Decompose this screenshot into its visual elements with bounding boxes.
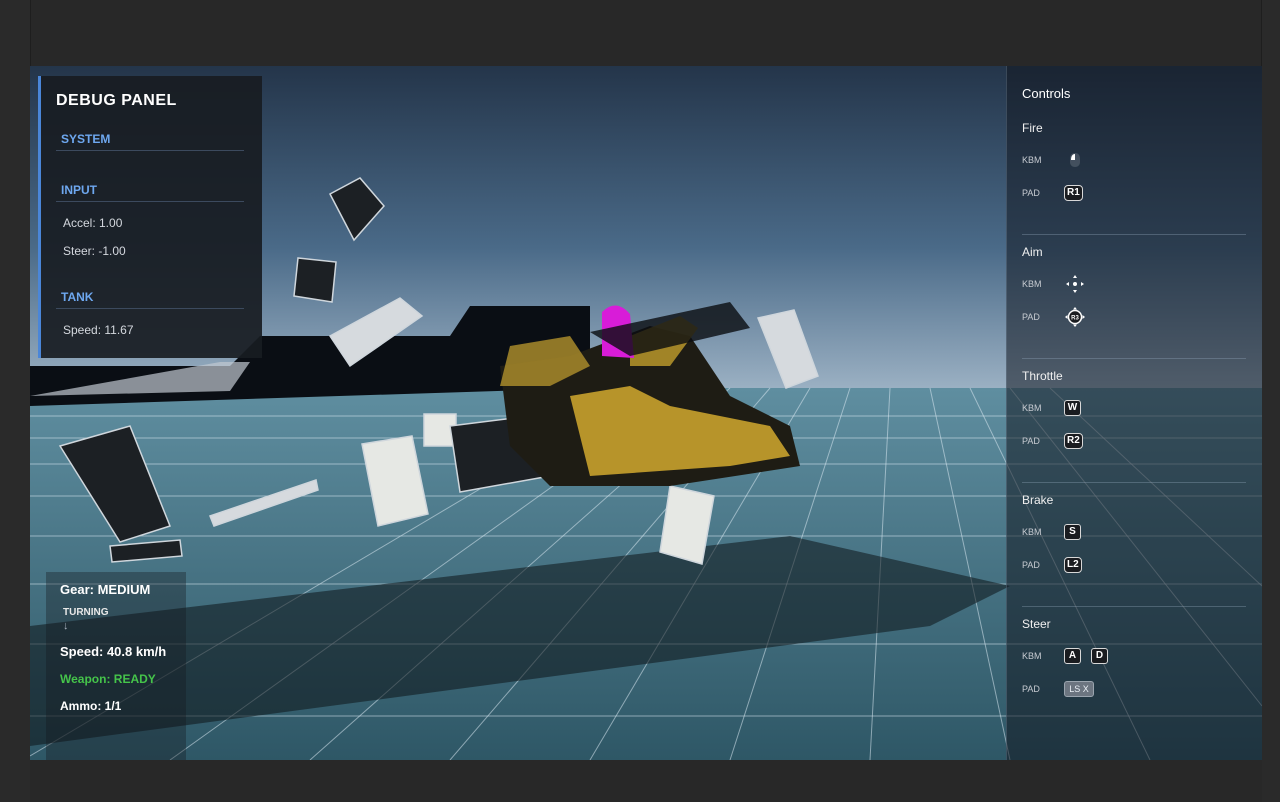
hud-weapon-status: Weapon: READY [60,672,156,686]
svg-text:R3: R3 [1071,315,1079,321]
controls-title: Controls [1022,86,1071,101]
hud-gear: Gear: MEDIUM [60,582,151,597]
kbm-tag: KBM [1022,402,1042,413]
debug-section-system: SYSTEM [56,132,244,151]
control-group-aim: Aim KBM PAD R3 [1022,245,1246,359]
control-label-steer: Steer [1022,617,1051,631]
binding-row-kbm: KBM A D [1022,639,1246,672]
binding-row-pad: PAD R3 [1022,300,1246,333]
right-stick-press-icon: R3 [1064,306,1086,328]
binding-row-pad: PAD LS X [1022,672,1246,705]
debug-section-input: INPUT Accel: 1.00 Steer: -1.00 [56,183,244,258]
control-label-aim: Aim [1022,245,1043,259]
control-group-fire: Fire KBM PAD R1 [1022,121,1246,235]
binding-row-pad: PAD L2 [1022,548,1246,581]
kbm-tag: KBM [1022,278,1042,289]
binding-row-kbm: KBM [1022,267,1246,300]
game-viewport[interactable]: DEBUG PANEL SYSTEM INPUT Accel: 1.00 Ste… [30,66,1262,760]
hud-turning-label: TURNING [63,607,109,618]
hud-ammo: Ammo: 1/1 [60,699,122,713]
control-group-throttle: Throttle KBM W PAD R2 [1022,369,1246,483]
hud-speed: Speed: 40.8 km/h [60,644,167,659]
pad-key-r1: R1 [1064,184,1083,201]
section-header-system: SYSTEM [56,132,244,151]
section-header-tank: TANK [56,290,244,309]
control-label-throttle: Throttle [1022,369,1063,383]
window-bottom-bar [30,760,1262,802]
binding-row-kbm: KBM W [1022,391,1246,424]
key-a: A [1064,647,1081,664]
control-label-brake: Brake [1022,493,1054,507]
pad-tag: PAD [1022,187,1040,198]
section-header-input: INPUT [56,183,244,202]
control-group-steer: Steer KBM A D PAD LS X [1022,617,1246,731]
debug-panel: DEBUG PANEL SYSTEM INPUT Accel: 1.00 Ste… [38,76,262,358]
pad-tag: PAD [1022,311,1040,322]
binding-row-kbm: KBM [1022,143,1246,176]
kbm-tag: KBM [1022,154,1042,165]
pad-key-r2: R2 [1064,432,1083,449]
debug-section-tank: TANK Speed: 11.67 [56,290,244,337]
kbm-tag: KBM [1022,526,1042,537]
binding-row-pad: PAD R1 [1022,176,1246,209]
pad-tag: PAD [1022,683,1040,694]
key-w: W [1064,399,1081,416]
control-group-brake: Brake KBM S PAD L2 [1022,493,1246,607]
turn-arrow-icon: ↓ [63,620,69,632]
controls-panel: Controls Fire KBM PAD R1 Aim KBM PAD R3 … [1006,66,1262,760]
control-label-fire: Fire [1022,121,1043,135]
window-right-border [1261,0,1280,802]
debug-speed-value: Speed: 11.67 [63,323,134,337]
mouse-move-icon [1064,273,1086,295]
debug-steer-value: Steer: -1.00 [63,244,126,258]
debug-accel-value: Accel: 1.00 [63,216,123,230]
debug-panel-title: DEBUG PANEL [56,92,177,109]
key-s: S [1064,523,1081,540]
pad-key-ls-x: LS X [1064,680,1094,697]
pad-tag: PAD [1022,435,1040,446]
key-d: D [1091,647,1108,664]
pad-tag: PAD [1022,559,1040,570]
pad-key-l2: L2 [1064,556,1082,573]
vehicle-hud: Gear: MEDIUM TURNING ↓ Speed: 40.8 km/h … [46,572,186,760]
window-left-border [0,0,31,802]
binding-row-pad: PAD R2 [1022,424,1246,457]
kbm-tag: KBM [1022,650,1042,661]
mouse-left-click-icon [1064,149,1086,171]
binding-row-kbm: KBM S [1022,515,1246,548]
